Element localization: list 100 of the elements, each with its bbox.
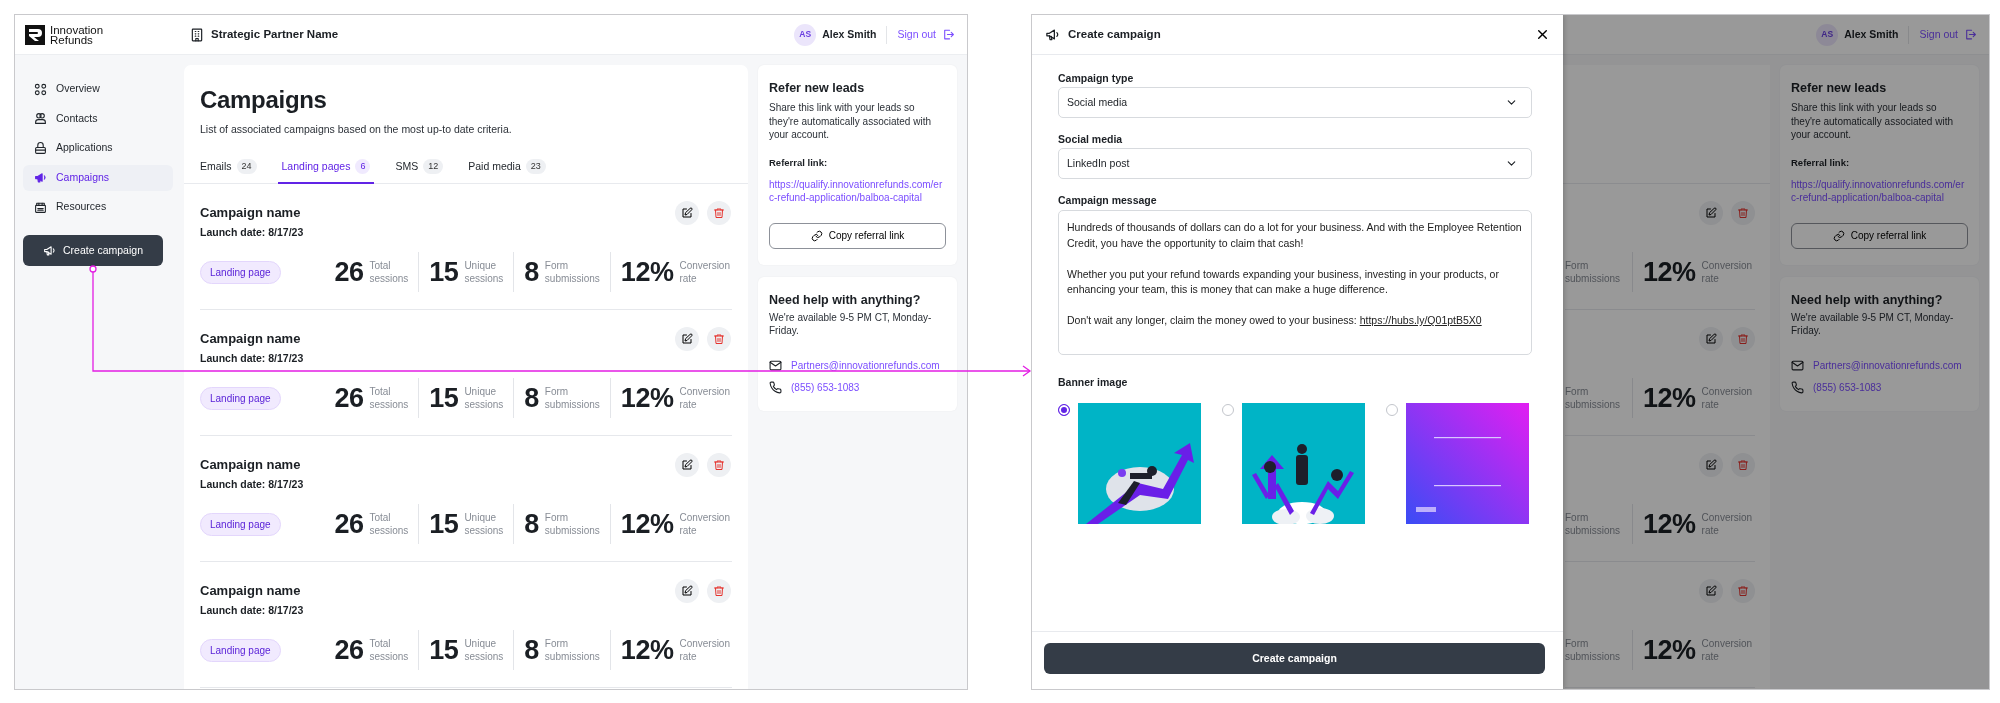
- stat-value: 15: [429, 383, 459, 413]
- stat-label: Conversion rate: [1701, 511, 1753, 537]
- stat-value: 26: [334, 257, 364, 287]
- stat-label: Form submissions: [544, 511, 600, 537]
- phone-link[interactable]: (855) 653-1083: [1813, 379, 1882, 395]
- stat-label: Conversion rate: [1701, 385, 1753, 411]
- campaign-name: Campaign name: [200, 582, 302, 600]
- stat-value: 26: [334, 635, 364, 665]
- referral-link-label: Referral link:: [769, 155, 829, 170]
- message-link[interactable]: https://hubs.ly/Q01ptB5X0: [1359, 314, 1482, 326]
- user-avatar: AS: [794, 23, 817, 46]
- stat-label: Form submissions: [1565, 385, 1621, 411]
- copy-link-button[interactable]: Copy referral link: [769, 222, 946, 249]
- create-campaign-button[interactable]: Create campaign: [1044, 643, 1545, 674]
- tab[interactable]: Emails 24: [196, 151, 261, 184]
- stat-value: 8: [524, 257, 539, 287]
- sidebar-item[interactable]: Contacts: [23, 105, 173, 132]
- stat-value: 12%: [1643, 509, 1696, 539]
- stat-label: Conversion rate: [679, 511, 730, 537]
- type-tag: Landing page: [200, 512, 281, 536]
- select-field[interactable]: LinkedIn post: [1058, 148, 1532, 179]
- sidebar-item[interactable]: Overview: [23, 76, 173, 102]
- stat-label: Conversion rate: [679, 637, 730, 663]
- referral-link[interactable]: https://qualify.innovationrefunds.com/erc-refund-application/balboa-capital: [769, 177, 946, 205]
- select-field[interactable]: Social media: [1058, 87, 1532, 118]
- card-title: Refer new leads: [769, 80, 866, 97]
- tab-count: 24: [236, 158, 257, 175]
- stat-value: 26: [334, 509, 364, 539]
- sidebar-item[interactable]: Campaigns: [23, 164, 173, 191]
- message-paragraph: Hundreds of thousands of dollars can do a lot for your business. And with the Employee Retention Credit, you have the opportunity to claim that cash!: [1067, 220, 1523, 251]
- stat-label: Conversion rate: [679, 259, 730, 285]
- stat-label: Unique sessions: [464, 385, 504, 411]
- stat-label: Form submissions: [544, 637, 600, 663]
- sidebar-item[interactable]: Applications: [23, 135, 173, 161]
- stat-label: Conversion rate: [679, 385, 730, 411]
- card-title: Refer new leads: [1791, 80, 1888, 97]
- referral-link[interactable]: https://qualify.innovationrefunds.com/erc-refund-application/balboa-capital: [1791, 177, 1968, 205]
- campaign-name: Campaign name: [200, 330, 302, 348]
- tab[interactable]: Landing pages 6: [277, 151, 375, 184]
- field-label: Campaign type: [1058, 71, 1135, 85]
- tab-count: 6: [355, 158, 371, 175]
- page-subtitle: List of associated campaigns based on the most up-to date criteria.: [200, 122, 513, 137]
- stat-label: Unique sessions: [464, 259, 504, 285]
- stat-label: Conversion rate: [1701, 637, 1753, 663]
- email-link[interactable]: Partners@innovationrefunds.com: [791, 357, 940, 373]
- stat-value: 12%: [620, 257, 674, 287]
- stat-label: Total sessions: [369, 511, 409, 537]
- stat-value: 8: [524, 635, 539, 665]
- modal-title: Create campaign: [1068, 26, 1161, 42]
- stat-label: Form submissions: [1565, 259, 1621, 285]
- sidebar-item[interactable]: Resources: [23, 194, 173, 220]
- campaign-name: Campaign name: [200, 456, 302, 474]
- card-title: Need help with anything?: [769, 291, 922, 309]
- sign-out-link[interactable]: Sign out: [897, 26, 955, 43]
- tab[interactable]: SMS 12: [391, 151, 448, 184]
- sign-out-link[interactable]: Sign out: [1919, 26, 1977, 43]
- stat-label: Conversion rate: [1701, 259, 1753, 285]
- stat-value: 26: [334, 383, 364, 413]
- stat-label: Form submissions: [544, 259, 600, 285]
- stat-label: Total sessions: [369, 637, 409, 663]
- launch-date: Launch date: 8/17/23: [200, 477, 304, 492]
- email-link[interactable]: Partners@innovationrefunds.com: [1813, 357, 1962, 373]
- stat-label: Form submissions: [1565, 637, 1621, 663]
- stat-value: 12%: [1643, 635, 1696, 665]
- stat-label: Total sessions: [369, 259, 409, 285]
- stat-label: Unique sessions: [464, 637, 504, 663]
- field-label: Banner image: [1058, 375, 1129, 389]
- stat-value: 15: [429, 635, 459, 665]
- launch-date: Launch date: 8/17/23: [200, 351, 304, 366]
- launch-date: Launch date: 8/17/23: [200, 225, 304, 240]
- message-paragraph: Whether you put your refund towards expanding your business, investing in your products, or enhancing your team, this is money that can make a huge difference.: [1067, 266, 1500, 297]
- stat-value: 12%: [620, 509, 674, 539]
- card-text: We're available 9-5 PM CT, Monday-Friday.: [769, 310, 933, 338]
- user-avatar: AS: [1816, 23, 1839, 46]
- card-title: Need help with anything?: [1791, 291, 1944, 309]
- referral-link-label: Referral link:: [1791, 155, 1851, 170]
- tab-count: 23: [525, 158, 546, 175]
- card-text: Share this link with your leads so they're automatically associated with your account.: [1791, 101, 1954, 142]
- stat-label: Form submissions: [544, 385, 600, 411]
- stat-label: Form submissions: [1565, 511, 1621, 537]
- stat-value: 12%: [620, 383, 674, 413]
- stat-label: Unique sessions: [464, 511, 504, 537]
- phone-link[interactable]: (855) 653-1083: [791, 379, 860, 395]
- stat-value: 8: [524, 383, 539, 413]
- partner-name: Strategic Partner Name: [211, 26, 339, 42]
- campaign-name: Campaign name: [200, 204, 302, 222]
- user-name: Alex Smith: [822, 26, 877, 42]
- launch-date: Launch date: 8/17/23: [200, 603, 304, 618]
- tab[interactable]: Paid media 23: [464, 151, 550, 184]
- type-tag: Landing page: [200, 260, 281, 284]
- stat-value: 15: [429, 257, 459, 287]
- type-tag: Landing page: [200, 638, 281, 662]
- create-campaign-button[interactable]: Create campaign: [23, 235, 163, 266]
- stat-value: 12%: [1643, 383, 1696, 413]
- field-label: Social media: [1058, 132, 1124, 146]
- tab-count: 12: [423, 158, 444, 175]
- stat-value: 8: [524, 509, 539, 539]
- stat-label: Total sessions: [369, 385, 409, 411]
- copy-link-button[interactable]: Copy referral link: [1791, 222, 1968, 249]
- type-tag: Landing page: [200, 386, 281, 410]
